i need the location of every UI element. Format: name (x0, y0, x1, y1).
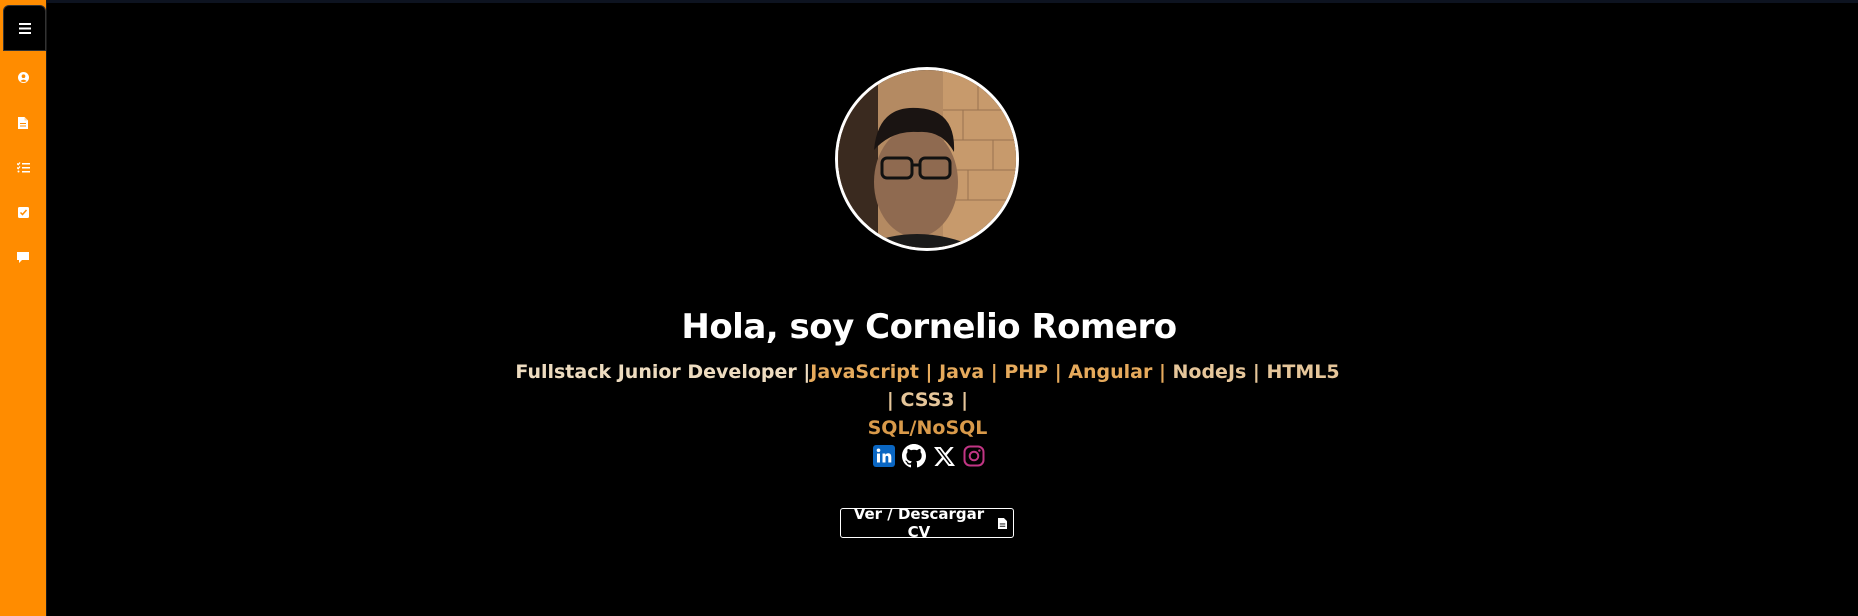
subtitle-part-4: SQL/NoSQL (867, 417, 988, 439)
profile-avatar (835, 67, 1019, 251)
github-icon (902, 444, 926, 468)
square-check-icon (17, 207, 29, 218)
file-icon (997, 517, 1007, 529)
sidebar-item-about[interactable] (0, 55, 46, 100)
social-links (0, 444, 1858, 468)
download-cv-button[interactable]: Ver / Descargar CV (840, 505, 1014, 541)
list-check-icon (16, 162, 30, 173)
sidebar-nav (0, 55, 46, 280)
profile-photo (838, 70, 1016, 248)
x-icon (933, 446, 955, 466)
menu-toggle-button[interactable] (3, 5, 46, 51)
hero-subtitle: Fullstack Junior Developer |JavaScript |… (510, 358, 1345, 442)
instagram-link[interactable] (962, 444, 986, 468)
linkedin-icon (873, 445, 895, 467)
sidebar-item-resume[interactable] (0, 100, 46, 145)
hero-title: Hola, soy Cornelio Romero (681, 307, 1177, 347)
subtitle-part-1: Fullstack Junior Developer | (515, 361, 811, 383)
subtitle-part-2: JavaScript | Java | PHP | Angular | (810, 361, 1173, 383)
linkedin-link[interactable] (872, 444, 896, 468)
x-link[interactable] (932, 444, 956, 468)
file-icon (18, 116, 28, 129)
instagram-icon (963, 445, 985, 467)
sidebar-item-contact[interactable] (0, 235, 46, 280)
sidebar-item-projects[interactable] (0, 190, 46, 235)
download-cv-label: Ver / Descargar CV (853, 505, 985, 541)
sidebar-item-skills[interactable] (0, 145, 46, 190)
hamburger-icon (18, 22, 31, 34)
user-circle-icon (17, 72, 29, 83)
comment-icon (17, 252, 29, 263)
github-link[interactable] (902, 444, 926, 468)
page: Hola, soy Cornelio Romero Fullstack Juni… (0, 0, 1858, 616)
